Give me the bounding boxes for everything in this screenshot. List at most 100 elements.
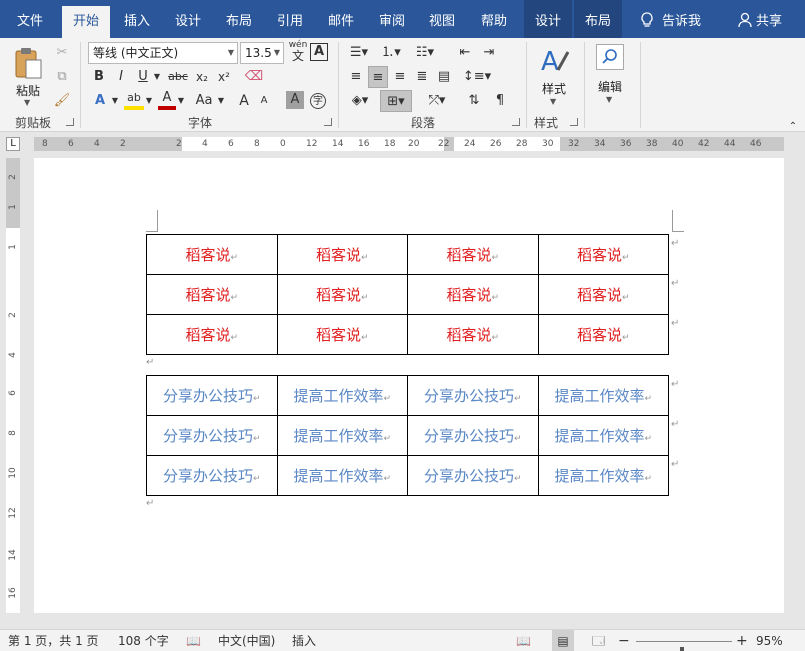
styles-launcher-icon[interactable] [570, 118, 578, 126]
highlight-button[interactable]: ab [124, 90, 144, 110]
enclose-char-button[interactable]: 字 [308, 90, 328, 112]
table-cell[interactable]: 分享办公技巧↵ [146, 415, 278, 456]
tab-table-layout[interactable]: 布局 [574, 0, 622, 38]
table-cell[interactable]: 提高工作效率↵ [537, 415, 669, 456]
tab-home[interactable]: 开始 [62, 6, 110, 38]
subscript-button[interactable]: x₂ [192, 66, 212, 88]
table-cell[interactable]: 分享办公技巧↵ [146, 375, 278, 416]
zoom-in-button[interactable]: + [736, 630, 748, 651]
align-left-icon[interactable]: ≡ [346, 66, 366, 88]
shading-icon[interactable]: ◈▾ [346, 90, 374, 112]
show-marks-icon[interactable]: ¶ [490, 90, 510, 112]
print-layout-icon[interactable]: ▤ [552, 630, 574, 651]
table-cell[interactable]: 稻客说↵ [537, 314, 669, 355]
word-count[interactable]: 108 个字 [118, 630, 169, 651]
paragraph-launcher-icon[interactable] [512, 118, 520, 126]
cut-icon[interactable]: ✂ [52, 42, 72, 64]
tab-mailings[interactable]: 邮件 [320, 6, 362, 38]
chevron-down-icon[interactable]: ▼ [110, 90, 120, 112]
chevron-down-icon[interactable]: ▼ [152, 66, 162, 88]
chinese-layout-icon[interactable]: ⤱▾ [422, 90, 452, 112]
table-cell[interactable]: 稻客说↵ [407, 274, 539, 315]
table-cell[interactable]: 分享办公技巧↵ [146, 455, 278, 496]
tab-file[interactable]: 文件 [8, 6, 52, 38]
italic-button[interactable]: I [112, 66, 130, 88]
line-spacing-icon[interactable]: ↕≡▾ [462, 66, 492, 88]
tab-insert[interactable]: 插入 [116, 6, 158, 38]
copy-icon[interactable]: ⧉ [52, 66, 72, 88]
table-cell[interactable]: 稻客说↵ [276, 234, 408, 275]
char-shading-button[interactable]: A [286, 91, 304, 109]
horizontal-ruler[interactable]: 8 6 4 2 2 4 6 8 0 12 14 16 18 20 22 24 26 28 30 32 34 36 38 40 4… [34, 137, 784, 151]
table-cell[interactable]: 提高工作效率↵ [276, 415, 408, 456]
font-name-combo[interactable]: 等线 (中文正文) ▼ [88, 42, 238, 64]
paste-button[interactable]: 粘贴 ▼ [8, 42, 48, 108]
align-right-icon[interactable]: ≡ [390, 66, 410, 88]
page-count[interactable]: 第 1 页，共 1 页 [8, 630, 99, 651]
language-indicator[interactable]: 中文(中国) [218, 630, 275, 651]
zoom-slider-thumb[interactable] [680, 647, 684, 651]
proofing-icon[interactable]: 📖 [186, 630, 201, 651]
tab-review[interactable]: 审阅 [370, 6, 414, 38]
font-launcher-icon[interactable] [324, 118, 332, 126]
read-mode-icon[interactable]: 📖 [516, 630, 531, 651]
chevron-down-icon[interactable]: ▼ [144, 90, 154, 112]
align-center-icon[interactable]: ≡ [368, 66, 388, 88]
tab-selector[interactable]: L [6, 137, 20, 151]
table-cell[interactable]: 稻客说↵ [146, 234, 278, 275]
tab-references[interactable]: 引用 [268, 6, 312, 38]
web-layout-icon[interactable]: 🗔 [592, 630, 605, 651]
font-color-button[interactable]: A [158, 90, 176, 110]
tab-help[interactable]: 帮助 [472, 6, 516, 38]
table-cell[interactable]: 提高工作效率↵ [276, 375, 408, 416]
insert-mode[interactable]: 插入 [292, 630, 316, 651]
text-effects-button[interactable]: A [90, 90, 110, 112]
zoom-slider[interactable] [636, 641, 732, 651]
clipboard-launcher-icon[interactable] [66, 118, 74, 126]
bold-button[interactable]: B [90, 66, 108, 88]
tab-view[interactable]: 视图 [420, 6, 464, 38]
table-1[interactable]: 稻客说↵ 稻客说↵ 稻客说↵ 稻客说↵ 稻客说↵ 稻客说↵ 稻客说↵ 稻客说↵ 稻客说↵ 稻客说↵… [146, 234, 669, 355]
distributed-icon[interactable]: ▤ [434, 66, 454, 88]
tell-me-button[interactable]: 告诉我 [640, 6, 701, 38]
sort-icon[interactable]: ⇅ [464, 90, 484, 112]
clear-format-icon[interactable]: ⌫ [244, 66, 264, 88]
share-button[interactable]: 共享 [738, 6, 782, 38]
table-cell[interactable]: 稻客说↵ [407, 234, 539, 275]
multilevel-list-icon[interactable]: ☷▾ [410, 42, 440, 64]
borders-icon[interactable]: ⊞▾ [380, 90, 412, 112]
document-page[interactable]: 稻客说↵ 稻客说↵ 稻客说↵ 稻客说↵ 稻客说↵ 稻客说↵ 稻客说↵ 稻客说↵ 稻客说↵ 稻客说↵… [34, 158, 784, 613]
table-cell[interactable]: 分享办公技巧↵ [407, 375, 539, 416]
bullets-icon[interactable]: ☰▾ [346, 42, 372, 64]
table-cell[interactable]: 提高工作效率↵ [276, 455, 408, 496]
table-cell[interactable]: 稻客说↵ [146, 274, 278, 315]
table-cell[interactable]: 稻客说↵ [407, 314, 539, 355]
strikethrough-button[interactable]: abc [166, 66, 190, 88]
format-painter-icon[interactable]: 🖌 [52, 90, 72, 112]
underline-button[interactable]: U [134, 66, 152, 88]
table-cell[interactable]: 分享办公技巧↵ [407, 415, 539, 456]
change-case-button[interactable]: Aa [192, 90, 216, 112]
phonetic-guide-button[interactable]: wén 文 [288, 40, 308, 66]
grow-font-button[interactable]: A [236, 90, 252, 112]
table-cell[interactable]: 提高工作效率↵ [537, 375, 669, 416]
zoom-level[interactable]: 95% [756, 630, 783, 651]
char-border-button[interactable]: A [310, 43, 328, 61]
numbering-icon[interactable]: ⒈▾ [378, 42, 404, 64]
editing-button[interactable]: 编辑 ▼ [590, 42, 630, 108]
table-cell[interactable]: 稻客说↵ [537, 274, 669, 315]
table-cell[interactable]: 稻客说↵ [276, 314, 408, 355]
table-cell[interactable]: 提高工作效率↵ [537, 455, 669, 496]
tab-layout[interactable]: 布局 [218, 6, 260, 38]
table-cell[interactable]: 稻客说↵ [146, 314, 278, 355]
vertical-ruler[interactable]: 2 1 1 2 4 6 8 10 12 14 16 [6, 158, 20, 613]
superscript-button[interactable]: x² [214, 66, 234, 88]
shrink-font-button[interactable]: A [256, 90, 272, 112]
table-2[interactable]: 分享办公技巧↵ 提高工作效率↵ 分享办公技巧↵ 提高工作效率↵ 分享办公技巧↵ 提高工作效… [146, 375, 669, 496]
chevron-down-icon[interactable]: ▼ [216, 90, 226, 112]
increase-indent-icon[interactable]: ⇥ [478, 42, 500, 64]
table-cell[interactable]: 稻客说↵ [537, 234, 669, 275]
styles-button[interactable]: A 样式 ▼ [532, 42, 576, 108]
chevron-down-icon[interactable]: ▼ [176, 90, 186, 112]
tab-design[interactable]: 设计 [166, 6, 210, 38]
